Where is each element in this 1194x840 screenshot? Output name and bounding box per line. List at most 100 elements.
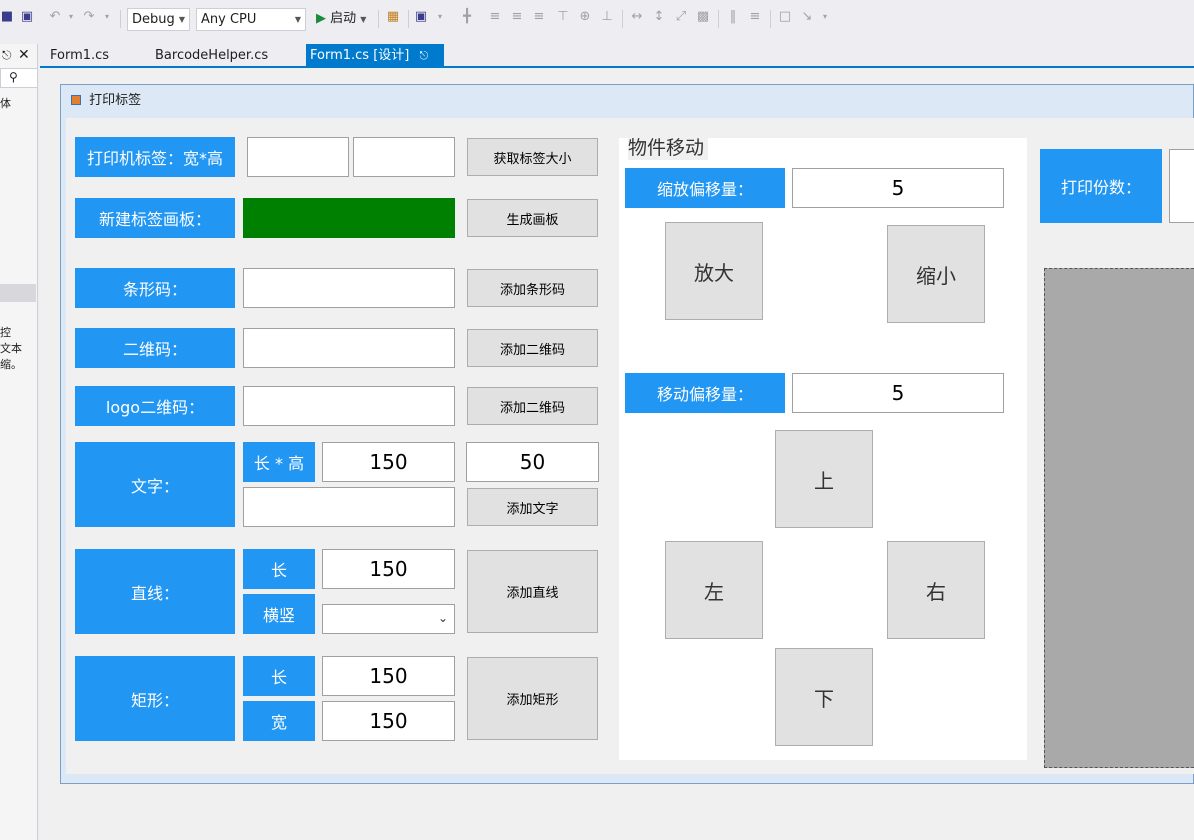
vertical-spacing-icon[interactable]: ≡ (748, 10, 762, 24)
tab-barcodehelper-cs[interactable]: BarcodeHelper.cs (145, 44, 305, 68)
chevron-down-icon: ⌄ (437, 611, 448, 625)
platform-value: Any CPU (201, 12, 257, 27)
chevron-down-icon[interactable]: ▾ (64, 10, 78, 24)
document-tabs: Form1.cs BarcodeHelper.cs Form1.cs [设计] … (40, 44, 1194, 87)
logo-qrcode-input[interactable] (243, 386, 455, 426)
same-height-icon[interactable]: ↕ (652, 10, 666, 24)
add-rect-button[interactable]: 添加矩形 (467, 657, 598, 740)
pin-icon[interactable]: ⎋ (420, 49, 429, 62)
same-width-icon[interactable]: ↔ (630, 10, 644, 24)
add-barcode-button[interactable]: 添加条形码 (467, 269, 598, 307)
rect-width-input[interactable]: 150 (322, 701, 455, 741)
barcode-label: 条形码： (75, 268, 235, 308)
qrcode-input[interactable] (243, 328, 455, 368)
toolbox-search-input[interactable]: ⚲ (0, 68, 38, 88)
scale-offset-input[interactable]: 5 (792, 168, 1004, 208)
tab-label: Form1.cs [设计] (310, 48, 410, 63)
tab-form1-design[interactable]: Form1.cs [设计] ⎋ ✕ (306, 44, 444, 87)
align-right-icon[interactable]: ≡ (532, 10, 546, 24)
move-right-button[interactable]: 右 (887, 541, 985, 639)
close-icon[interactable]: ✕ (18, 47, 30, 63)
redo-icon[interactable]: ↷ (82, 10, 96, 24)
form-title-bar: 打印标签 (61, 88, 141, 114)
add-qrcode-button[interactable]: 添加二维码 (467, 329, 598, 367)
line-length-input[interactable]: 150 (322, 549, 455, 589)
rect-length-input[interactable]: 150 (322, 656, 455, 696)
add-text-button[interactable]: 添加文字 (467, 488, 598, 526)
form-icon[interactable]: ▣ (414, 10, 428, 24)
copies-label: 打印份数： (1040, 149, 1162, 223)
label-height-input[interactable] (353, 137, 455, 177)
move-up-button[interactable]: 上 (775, 430, 873, 528)
panel-selected-item[interactable] (0, 284, 36, 302)
rect-label: 矩形： (75, 656, 235, 741)
copies-input[interactable] (1169, 149, 1194, 223)
toolbar-separator (622, 10, 623, 28)
form-title: 打印标签 (89, 93, 142, 108)
chevron-down-icon: ▼ (294, 15, 301, 24)
move-group-title: 物件移动 (628, 136, 709, 160)
chevron-down-icon[interactable]: ▾ (100, 10, 114, 24)
line-orientation-select[interactable]: ⌄ (322, 604, 455, 634)
rect-width-label: 宽 (243, 701, 315, 741)
platform-dropdown[interactable]: Any CPU ▼ (196, 8, 306, 31)
move-offset-input[interactable]: 5 (792, 373, 1004, 413)
text-height-input[interactable]: 50 (466, 442, 599, 482)
panel-text: 文本 (0, 342, 22, 355)
undo-icon[interactable]: ↶ (48, 10, 62, 24)
chevron-down-icon: ▼ (360, 15, 367, 24)
barcode-input[interactable] (243, 268, 455, 308)
align-top-icon[interactable]: ⊤ (556, 10, 570, 24)
save-icon[interactable]: ■ (0, 10, 14, 24)
horizontal-spacing-icon[interactable]: ‖ (726, 10, 740, 24)
align-middle-icon[interactable]: ⊕ (578, 10, 592, 24)
create-canvas-button[interactable]: 生成画板 (467, 199, 598, 237)
move-left-button[interactable]: 左 (665, 541, 763, 639)
align-left-icon[interactable]: ≡ (488, 10, 502, 24)
tab-form1-cs[interactable]: Form1.cs (40, 44, 144, 68)
tab-order-icon[interactable]: ↘ (800, 10, 814, 24)
bring-front-icon[interactable]: □ (778, 10, 792, 24)
zoom-in-button[interactable]: 放大 (665, 222, 763, 320)
same-size-icon[interactable]: ⤢ (674, 10, 688, 24)
move-down-button[interactable]: 下 (775, 648, 873, 746)
text-label: 文字： (75, 442, 235, 527)
component-icon[interactable]: ▦ (386, 10, 400, 24)
text-length-input[interactable]: 150 (322, 442, 455, 482)
toolbar-separator (718, 10, 719, 28)
move-offset-label: 移动偏移量： (625, 373, 785, 413)
pin-icon[interactable]: ⎋ (2, 48, 12, 63)
config-value: Debug (132, 12, 175, 27)
panel-text: 缩。 (0, 358, 22, 371)
tab-label: Form1.cs (50, 48, 110, 63)
label-width-input[interactable] (247, 137, 349, 177)
align-center-icon[interactable]: ≡ (510, 10, 524, 24)
toolbar-separator (770, 10, 771, 28)
panel-text: 控 (0, 326, 11, 339)
logo-qrcode-label: logo二维码： (75, 386, 235, 426)
get-label-size-button[interactable]: 获取标签大小 (467, 138, 598, 176)
align-bottom-icon[interactable]: ⊥ (600, 10, 614, 24)
zoom-out-button[interactable]: 缩小 (887, 225, 985, 323)
toolbar-separator (120, 10, 121, 28)
size-to-grid-icon[interactable]: ▩ (696, 10, 710, 24)
add-logo-qrcode-button[interactable]: 添加二维码 (467, 387, 598, 425)
chevron-down-icon[interactable]: ▾ (818, 10, 832, 24)
play-icon: ▶ (316, 11, 326, 26)
toolbar-separator (378, 10, 379, 28)
toolbar-separator (408, 10, 409, 28)
toolbox-panel: ⎋ ✕ ⚲ 体 控 文本 缩。 (0, 44, 38, 840)
line-label: 直线： (75, 549, 235, 634)
config-dropdown[interactable]: Debug ▼ (127, 8, 190, 31)
label-size-label: 打印机标签：宽*高 (75, 137, 235, 177)
add-line-button[interactable]: 添加直线 (467, 550, 598, 633)
line-orientation-label: 横竖 (243, 594, 315, 634)
search-icon: ⚲ (9, 70, 18, 84)
rect-length-label: 长 (243, 656, 315, 696)
new-canvas-label: 新建标签画板： (75, 198, 235, 238)
text-content-input[interactable] (243, 487, 455, 527)
chevron-down-icon[interactable]: ▾ (433, 10, 447, 24)
start-button[interactable]: ▶ 启动 ▼ (316, 9, 366, 29)
align-grid-icon[interactable]: ╋ (460, 10, 474, 24)
save-all-icon[interactable]: ▣ (20, 10, 34, 24)
